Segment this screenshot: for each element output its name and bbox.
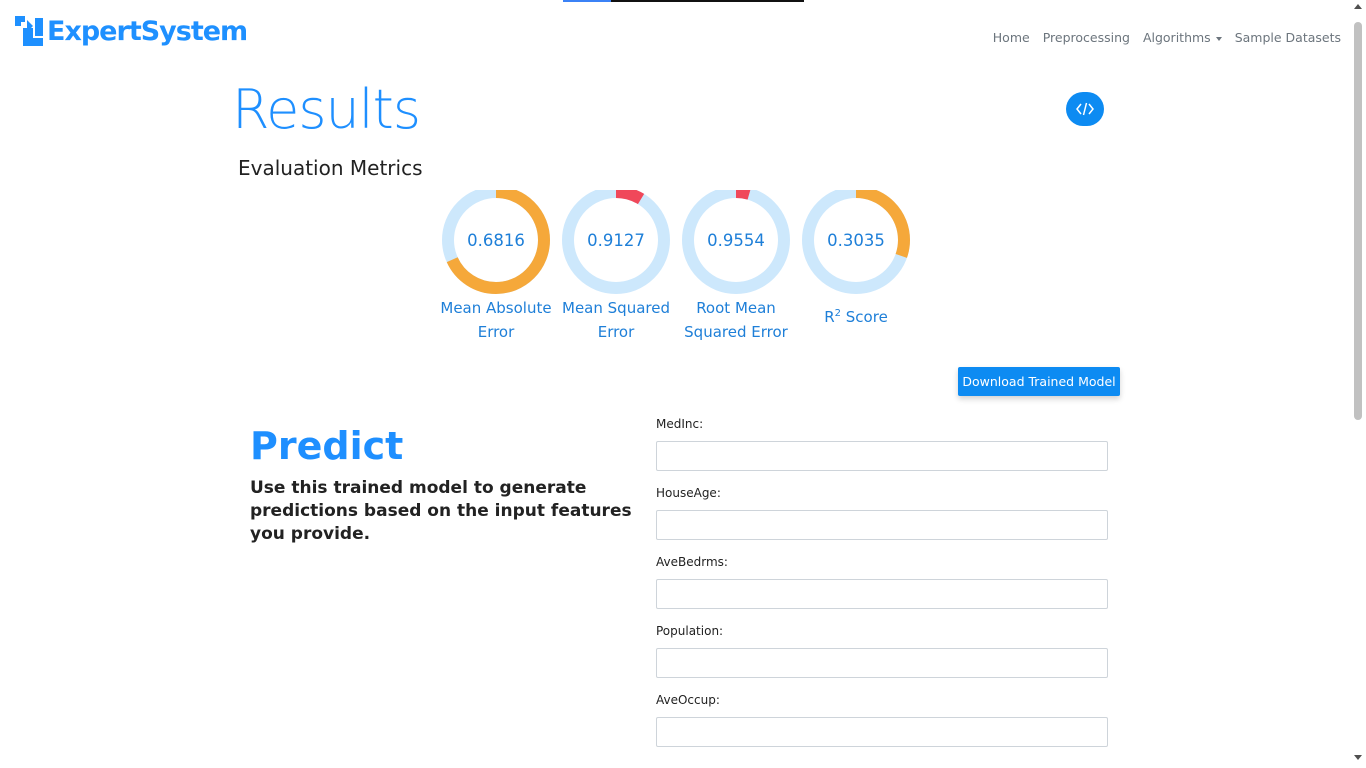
metric-value: 0.9554 (707, 231, 765, 250)
metric-label: Mean Squared Error (562, 299, 670, 341)
metric-label: R2 Score (824, 308, 888, 326)
expertsystem-logo-icon (15, 16, 43, 46)
predict-field-label: AveBedrms: (656, 555, 728, 569)
brand-logo-link[interactable]: ExpertSystem (13, 14, 248, 48)
predict-field-label: AveOccup: (656, 693, 720, 707)
predict-field-input[interactable] (656, 717, 1108, 747)
predict-field-input[interactable] (656, 510, 1108, 540)
predict-description: Use this trained model to generate predi… (250, 478, 632, 544)
metric-label: Root Mean Squared Error (684, 299, 788, 341)
predict-field-input[interactable] (656, 648, 1108, 678)
metric-card: 0.3035 R2 Score (796, 190, 916, 329)
predict-field: MedInc: (656, 417, 1108, 471)
page-scrollbar[interactable] (1350, 0, 1366, 768)
predict-field-input[interactable] (656, 441, 1108, 471)
metric-value: 0.6816 (467, 231, 525, 250)
predict-field: HouseAge: (656, 486, 1108, 540)
page-title: Results (232, 78, 421, 141)
brand-name: ExpertSystem (47, 15, 248, 47)
nav-sample-datasets[interactable]: Sample Datasets (1235, 30, 1341, 45)
metric-card: 0.9554 Root Mean Squared Error (676, 190, 796, 344)
view-code-button[interactable] (1066, 92, 1104, 126)
predict-field-input[interactable] (656, 579, 1108, 609)
evaluation-metrics-heading: Evaluation Metrics (238, 156, 423, 180)
download-model-button[interactable]: Download Trained Model (958, 367, 1120, 396)
page-load-progress (563, 0, 804, 2)
metric-value: 0.9127 (587, 231, 645, 250)
caret-down-icon (1215, 36, 1222, 41)
predict-field: AveBedrms: (656, 555, 1108, 609)
scroll-up-icon[interactable] (1354, 4, 1362, 9)
predict-field: Population: (656, 624, 1108, 678)
predict-heading: Predict (250, 424, 404, 468)
scroll-down-icon[interactable] (1354, 755, 1362, 760)
predict-field: AveOccup: (656, 693, 1108, 747)
nav-home[interactable]: Home (993, 30, 1030, 45)
metric-value: 0.3035 (827, 231, 885, 250)
predict-field-label: HouseAge: (656, 486, 721, 500)
metric-card: 0.9127 Mean Squared Error (556, 190, 676, 344)
predict-field-label: MedInc: (656, 417, 704, 431)
top-nav: Home Preprocessing Algorithms Sample Dat… (993, 30, 1341, 45)
metric-label: Mean Absolute Error (440, 299, 552, 341)
code-icon (1076, 102, 1094, 116)
nav-algorithms-dropdown[interactable]: Algorithms (1143, 30, 1222, 45)
scrollbar-thumb[interactable] (1354, 22, 1362, 420)
predict-field-label: Population: (656, 624, 724, 638)
nav-algorithms-label: Algorithms (1142, 30, 1211, 45)
metric-card: 0.6816 Mean Absolute Error (436, 190, 556, 344)
nav-preprocessing[interactable]: Preprocessing (1043, 30, 1130, 45)
